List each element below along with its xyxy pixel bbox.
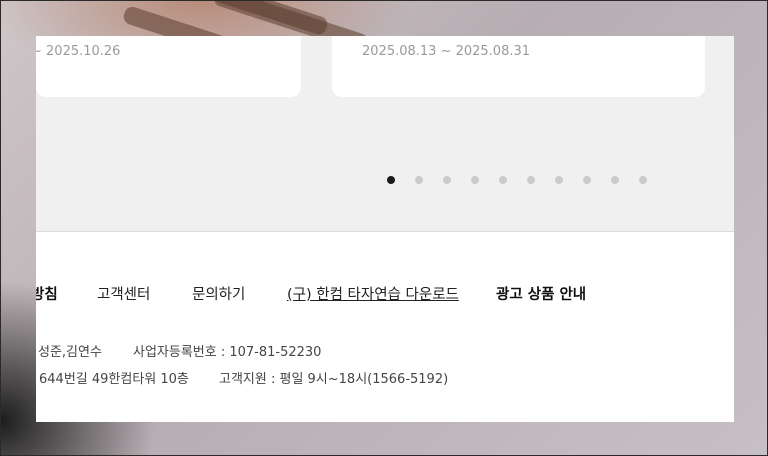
- company-address: 644번길 49한컴타워 10층: [39, 372, 189, 387]
- event-card[interactable]: 2025.08.13 ~ 2025.08.31: [332, 36, 705, 97]
- pagination-dot[interactable]: [555, 176, 563, 184]
- event-date: 2025.08.13 ~ 2025.08.31: [362, 44, 531, 59]
- pagination-dot[interactable]: [639, 176, 647, 184]
- pagination-dot[interactable]: [527, 176, 535, 184]
- customer-support-hours: 고객지원 : 평일 9시~18시(1566-5192): [219, 372, 449, 387]
- pagination-dot[interactable]: [387, 176, 395, 184]
- event-card[interactable]: ~ 2025.10.26: [36, 36, 301, 97]
- footer-link-typing-download[interactable]: (구) 한컴 타자연습 다운로드: [287, 283, 459, 304]
- pagination-dot[interactable]: [415, 176, 423, 184]
- footer-link-ad-products[interactable]: 광고 상품 안내: [496, 283, 586, 304]
- screenshot-frame: ~ 2025.10.26 2025.08.13 ~ 2025.08.31 방침 …: [0, 0, 768, 456]
- pagination-dot[interactable]: [471, 176, 479, 184]
- pagination-dot[interactable]: [499, 176, 507, 184]
- footer-link-privacy-policy[interactable]: 방침: [36, 283, 58, 304]
- footer-links: 방침 고객센터 문의하기 (구) 한컴 타자연습 다운로드 광고 상품 안내: [36, 283, 734, 305]
- pagination-dot[interactable]: [583, 176, 591, 184]
- event-date: ~ 2025.10.26: [36, 44, 121, 59]
- event-carousel-section: ~ 2025.10.26 2025.08.13 ~ 2025.08.31: [36, 36, 734, 232]
- pagination-dot[interactable]: [611, 176, 619, 184]
- footer-link-inquiry[interactable]: 문의하기: [192, 283, 245, 304]
- company-representatives: 성준,김연수: [38, 345, 102, 360]
- pagination-dot[interactable]: [443, 176, 451, 184]
- page-content: ~ 2025.10.26 2025.08.13 ~ 2025.08.31 방침 …: [36, 36, 734, 422]
- business-registration-number: 사업자등록번호 : 107-81-52230: [133, 345, 322, 360]
- footer-link-customer-center[interactable]: 고객센터: [97, 283, 150, 304]
